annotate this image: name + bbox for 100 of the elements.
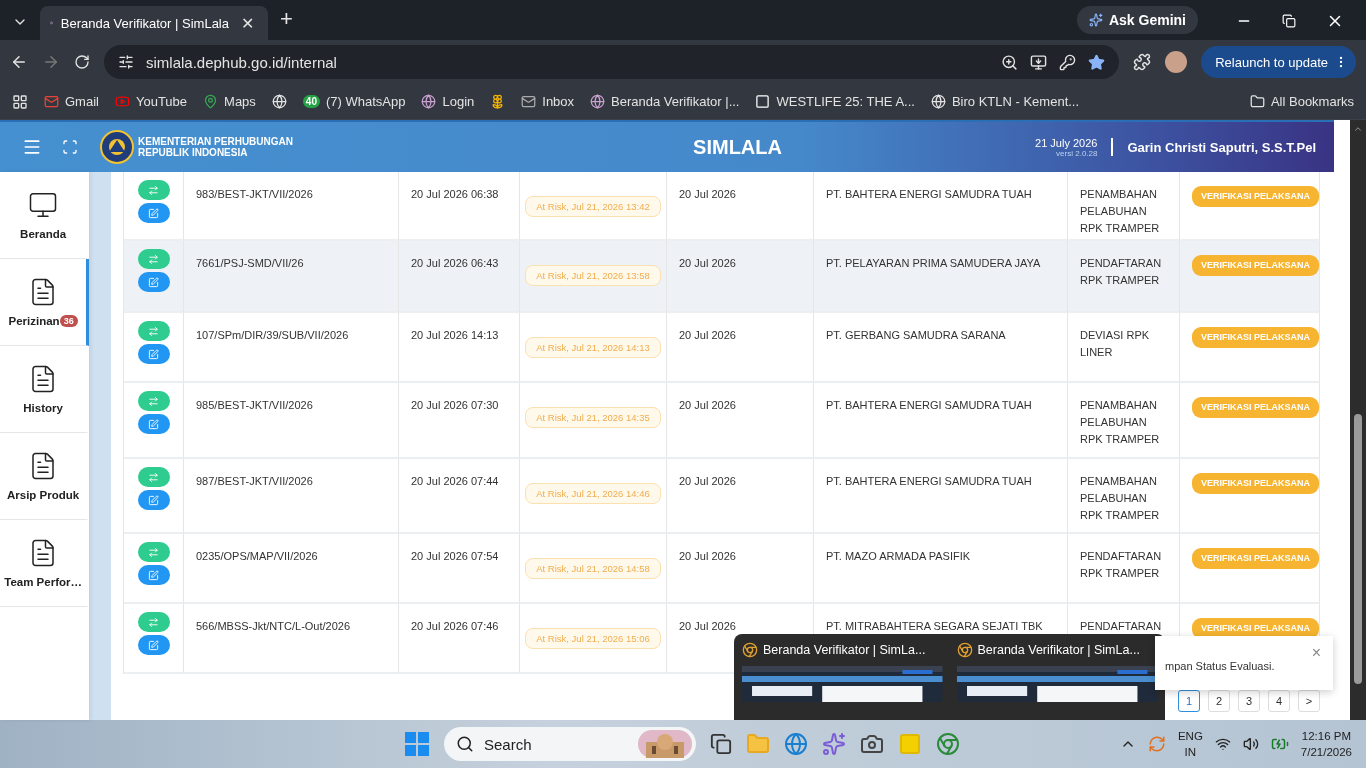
table-cell: PENAMBAHAN PELABUHAN RPK TRAMPER <box>1068 459 1180 534</box>
version-text: versi 2.0.28 <box>1056 148 1098 158</box>
edit-icon <box>148 494 159 506</box>
back-icon[interactable] <box>10 53 28 71</box>
transfer-button[interactable] <box>137 542 170 562</box>
table-cell: 20 Jul 2026 07:44 <box>399 459 520 534</box>
transfer-button[interactable] <box>137 391 170 411</box>
wifi-icon[interactable] <box>1214 736 1231 752</box>
sidebar-label: Team Perfor… <box>4 576 82 588</box>
forward-icon[interactable] <box>42 53 60 71</box>
envelope-icon <box>521 94 537 109</box>
restore-icon[interactable] <box>1282 14 1296 28</box>
edit-button[interactable] <box>137 565 170 585</box>
zoom-icon[interactable] <box>1001 53 1019 71</box>
edit-button[interactable] <box>137 344 170 364</box>
bookmark-link[interactable]: Inbox <box>521 94 575 109</box>
bookmark-link[interactable]: Maps <box>203 94 256 109</box>
next-page-button[interactable]: > <box>1298 690 1320 712</box>
table-cell: 20 Jul 2026 06:38 <box>399 172 520 241</box>
extensions-icon[interactable] <box>1133 53 1152 71</box>
transfer-button[interactable] <box>137 249 170 269</box>
new-tab-button[interactable]: + <box>276 2 297 36</box>
fullscreen-icon[interactable] <box>62 139 78 155</box>
menu-icon[interactable] <box>22 137 42 157</box>
user-name: Garin Christi Saputri, S.S.T.Pel <box>1127 139 1316 155</box>
apps-icon[interactable] <box>12 93 28 110</box>
browser-icon <box>956 642 973 658</box>
count-badge: 36 <box>59 315 78 327</box>
bookmark-link[interactable]: Login <box>421 94 475 109</box>
table-cell: PT. MAZO ARMADA PASIFIK <box>814 534 1068 604</box>
browser-icon[interactable] <box>936 732 960 756</box>
page-button[interactable]: 4 <box>1268 690 1290 712</box>
ask-gemini-button[interactable]: Ask Gemini <box>1076 6 1198 34</box>
globe-icon[interactable] <box>784 732 808 756</box>
close-tab-button[interactable]: ✕ <box>237 9 258 37</box>
install-icon[interactable] <box>1030 53 1048 71</box>
mail-icon <box>44 94 59 109</box>
edit-button[interactable] <box>137 490 170 510</box>
task-view-icon[interactable] <box>710 733 732 755</box>
transfer-button[interactable] <box>137 180 170 200</box>
relaunch-button[interactable]: Relaunch to update <box>1201 46 1356 78</box>
scroll-up-icon[interactable] <box>1353 124 1363 134</box>
bookmark-link[interactable]: YouTube <box>114 94 188 109</box>
table-cell: 20 Jul 2026 14:13 <box>399 313 520 383</box>
sparkle-icon[interactable] <box>822 732 846 756</box>
bookmark-link[interactable]: Beranda Verifikator |... <box>590 94 740 109</box>
risk-badge: At Risk, Jul 21, 2026 14:13 <box>525 337 661 358</box>
table-cell: PENAMBAHAN PELABUHAN RPK TRAMPER <box>1068 172 1180 241</box>
table-cell: 20 Jul 2026 07:54 <box>399 534 520 604</box>
table-cell: 107/SPm/DIR/39/SUB/VII/2026 <box>184 313 399 383</box>
language-indicator[interactable]: ENG IN <box>1177 728 1203 760</box>
search-icon <box>456 735 474 753</box>
bookmark-icon[interactable] <box>271 94 287 109</box>
volume-icon[interactable] <box>1242 736 1259 752</box>
browser-tab[interactable]: Beranda Verifikator | SimLala ✕ <box>40 6 268 40</box>
table-cell: PT. PELAYARAN PRIMA SAMUDERA JAYA <box>814 241 1068 313</box>
edit-button[interactable] <box>137 272 170 292</box>
bookmark-link[interactable]: Biro KTLN - Kement... <box>930 94 1080 109</box>
camera-icon[interactable] <box>860 732 884 756</box>
all-bookmarks-link[interactable]: All Bookmarks <box>1249 94 1354 109</box>
page-button[interactable]: 1 <box>1178 690 1200 712</box>
search-field[interactable]: Search <box>444 727 696 761</box>
globe-icon <box>421 94 437 109</box>
date-text: 21 July 2026 <box>1035 136 1098 149</box>
page-button[interactable]: 2 <box>1208 690 1230 712</box>
table-cell: 20 Jul 2026 <box>667 313 814 383</box>
edit-button[interactable] <box>137 635 170 655</box>
bookmark-link[interactable]: 40 (7) WhatsApp <box>302 94 406 109</box>
start-icon[interactable] <box>404 731 430 757</box>
edit-button[interactable] <box>137 414 170 434</box>
bookmark-link[interactable]: Gmail <box>44 94 99 109</box>
star-icon[interactable] <box>1088 53 1106 71</box>
status-badge: VERIFIKASI PELAKSANA <box>1192 548 1319 569</box>
transfer-button[interactable] <box>137 612 170 632</box>
scrollbar-thumb[interactable] <box>1354 414 1362 684</box>
swap-icon <box>148 546 159 558</box>
sidebar-label: History <box>23 402 63 414</box>
bookmark-link[interactable]: WESTLIFE 25: THE A... <box>755 94 915 109</box>
sync-icon[interactable] <box>1147 735 1166 753</box>
clock[interactable]: 12:16 PM 7/21/2026 <box>1300 728 1352 760</box>
transfer-button[interactable] <box>137 321 170 341</box>
profile-avatar[interactable] <box>1165 51 1188 73</box>
close-button[interactable]: × <box>1311 646 1321 660</box>
edit-button[interactable] <box>137 203 170 223</box>
swap-icon <box>148 253 159 265</box>
play-icon <box>114 94 130 109</box>
address-bar[interactable]: simlala.dephub.go.id/internal <box>104 45 1120 79</box>
key-icon[interactable] <box>1059 53 1077 71</box>
table-cell: 20 Jul 2026 <box>667 383 814 459</box>
risk-badge: At Risk, Jul 21, 2026 14:46 <box>525 483 661 504</box>
sparkle-icon <box>1088 13 1103 27</box>
table-cell: 566/MBSS-Jkt/NTC/L-Out/2026 <box>184 604 399 674</box>
browser-icon <box>742 642 758 658</box>
site-info-icon[interactable] <box>118 54 134 70</box>
swap-icon <box>148 325 159 337</box>
reload-icon[interactable] <box>74 54 90 70</box>
transfer-button[interactable] <box>137 467 170 487</box>
sidebar-label: Perizinan 36 <box>8 315 78 327</box>
page-button[interactable]: 3 <box>1238 690 1260 712</box>
edit-icon <box>148 207 159 219</box>
